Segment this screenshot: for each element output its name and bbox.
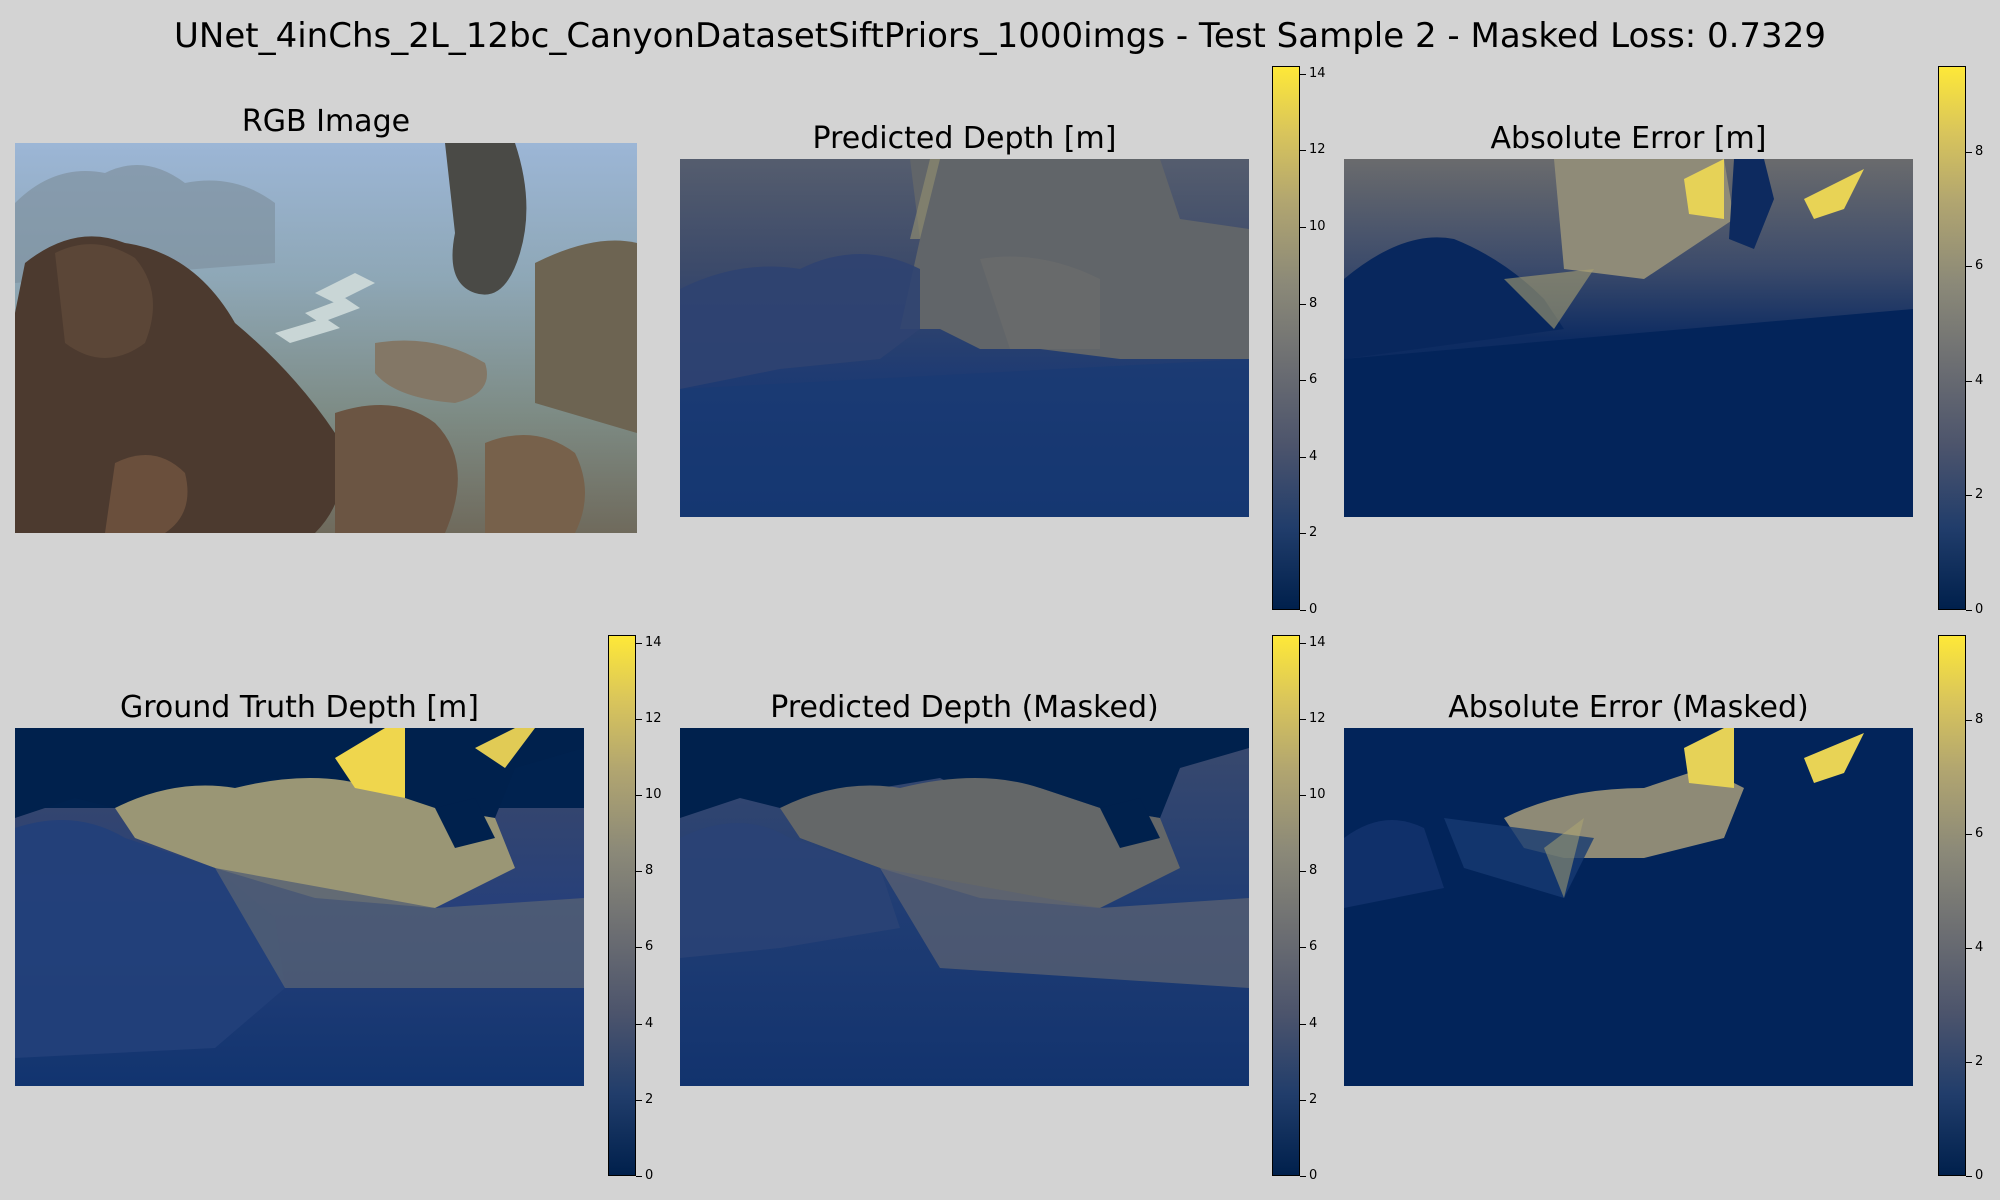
- colorbar-tick-label: 4: [645, 1016, 654, 1031]
- err-colorbar: [1938, 66, 1966, 610]
- colorbar-tick-label: 8: [1975, 144, 1984, 159]
- colorbar-tick-label: 10: [645, 787, 662, 802]
- gt-depth-map: [15, 728, 584, 1086]
- colorbar-tick: [636, 871, 642, 872]
- colorbar-tick: [1300, 227, 1306, 228]
- colorbar-tick: [1300, 719, 1306, 720]
- rgb-image: [15, 143, 637, 533]
- colorbar-tick-label: 0: [1309, 602, 1318, 617]
- colorbar-tick-label: 6: [645, 939, 654, 954]
- colorbar-tick-label: 4: [1309, 1016, 1318, 1031]
- err-map: [1344, 159, 1913, 517]
- colorbar-tick: [1300, 1024, 1306, 1025]
- colorbar-tick-label: 14: [1309, 66, 1326, 81]
- colorbar-tick-label: 2: [1975, 487, 1984, 502]
- colorbar-tick: [1300, 150, 1306, 151]
- colorbar-tick: [1300, 457, 1306, 458]
- colorbar-tick: [1966, 266, 1972, 267]
- colorbar-tick: [1300, 643, 1306, 644]
- colorbar-tick: [636, 1024, 642, 1025]
- colorbar-tick-label: 10: [1309, 787, 1326, 802]
- colorbar-tick-label: 14: [1309, 635, 1326, 650]
- colorbar-tick-label: 6: [1309, 939, 1318, 954]
- colorbar-tick: [1300, 380, 1306, 381]
- err-masked-colorbar: [1938, 635, 1966, 1176]
- pred-masked-map: [680, 728, 1249, 1086]
- colorbar-tick-label: 0: [645, 1168, 654, 1183]
- gt-colorbar: [608, 635, 636, 1176]
- colorbar-tick: [1966, 948, 1972, 949]
- err-masked-title: Absolute Error (Masked): [1448, 690, 1809, 725]
- pred-depth-map: [680, 159, 1249, 517]
- pred-masked-colorbar: [1272, 635, 1300, 1176]
- colorbar-tick: [1300, 610, 1306, 611]
- colorbar-tick: [1966, 610, 1972, 611]
- colorbar-tick-label: 6: [1975, 258, 1984, 273]
- colorbar-tick-label: 6: [1975, 826, 1984, 841]
- colorbar-tick: [1966, 720, 1972, 721]
- colorbar-tick-label: 6: [1309, 372, 1318, 387]
- colorbar-tick-label: 8: [1975, 712, 1984, 727]
- colorbar-tick: [636, 947, 642, 948]
- colorbar-tick-label: 4: [1975, 373, 1984, 388]
- colorbar-tick-label: 8: [645, 863, 654, 878]
- colorbar-tick-label: 4: [1309, 449, 1318, 464]
- colorbar-tick: [1300, 304, 1306, 305]
- colorbar-tick: [1966, 495, 1972, 496]
- rgb-title: RGB Image: [241, 104, 411, 139]
- colorbar-tick-label: 2: [1975, 1054, 1984, 1069]
- colorbar-tick-label: 12: [1309, 142, 1326, 157]
- colorbar-tick-label: 0: [1975, 1168, 1984, 1183]
- pred-colorbar: [1272, 66, 1300, 610]
- colorbar-tick: [636, 1100, 642, 1101]
- colorbar-tick-label: 12: [1309, 711, 1326, 726]
- err-title: Absolute Error [m]: [1490, 121, 1767, 156]
- colorbar-tick: [1966, 152, 1972, 153]
- colorbar-tick: [636, 795, 642, 796]
- colorbar-tick-label: 4: [1975, 940, 1984, 955]
- colorbar-tick: [1966, 1062, 1972, 1063]
- colorbar-tick-label: 2: [1309, 525, 1318, 540]
- colorbar-tick: [1966, 381, 1972, 382]
- colorbar-tick-label: 10: [1309, 219, 1326, 234]
- colorbar-tick: [1300, 74, 1306, 75]
- err-masked-map: [1344, 728, 1913, 1086]
- colorbar-tick: [1300, 533, 1306, 534]
- pred-title: Predicted Depth [m]: [812, 121, 1117, 156]
- colorbar-tick: [636, 719, 642, 720]
- colorbar-tick: [1966, 834, 1972, 835]
- colorbar-tick-label: 8: [1309, 863, 1318, 878]
- colorbar-tick: [1300, 1176, 1306, 1177]
- colorbar-tick-label: 0: [1975, 602, 1984, 617]
- colorbar-tick: [636, 1176, 642, 1177]
- colorbar-tick-label: 2: [645, 1092, 654, 1107]
- colorbar-tick-label: 14: [645, 635, 662, 650]
- colorbar-tick-label: 2: [1309, 1092, 1318, 1107]
- colorbar-tick-label: 8: [1309, 296, 1318, 311]
- colorbar-tick-label: 0: [1309, 1168, 1318, 1183]
- figure-suptitle: UNet_4inChs_2L_12bc_CanyonDatasetSiftPri…: [174, 16, 1826, 56]
- figure: UNet_4inChs_2L_12bc_CanyonDatasetSiftPri…: [0, 0, 2000, 1200]
- colorbar-tick: [1300, 947, 1306, 948]
- colorbar-tick: [636, 643, 642, 644]
- colorbar-tick: [1300, 1100, 1306, 1101]
- gt-title: Ground Truth Depth [m]: [119, 690, 479, 725]
- pred-masked-title: Predicted Depth (Masked): [770, 690, 1159, 725]
- colorbar-tick: [1966, 1176, 1972, 1177]
- colorbar-tick-label: 12: [645, 711, 662, 726]
- colorbar-tick: [1300, 795, 1306, 796]
- colorbar-tick: [1300, 871, 1306, 872]
